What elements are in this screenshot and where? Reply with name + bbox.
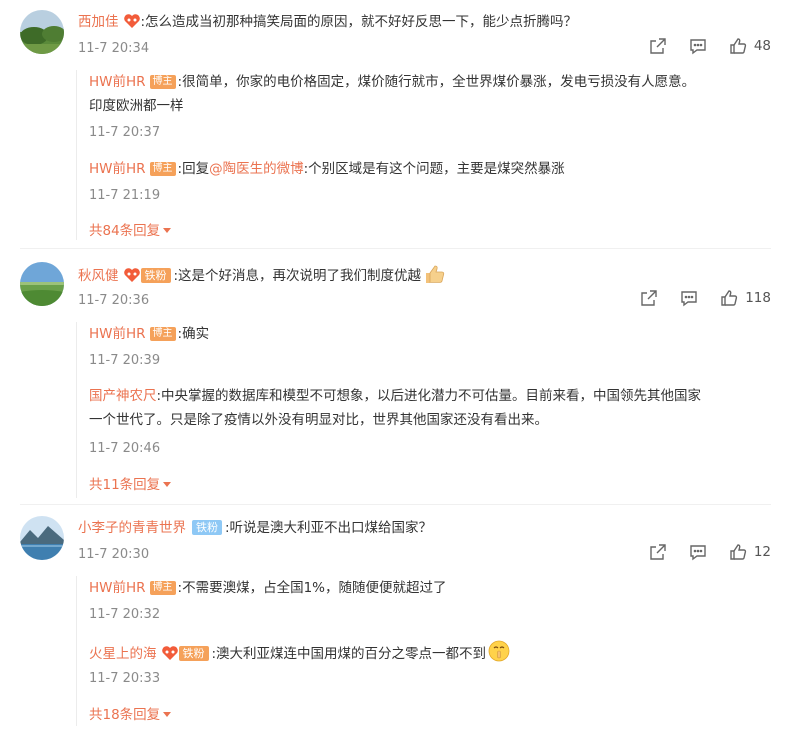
caret-down-icon	[163, 712, 172, 717]
more-replies-label: 共84条回复	[89, 223, 161, 239]
reply: 国产神农尺:中央掌握的数据库和模型不可想象，以后进化潜力不可估量。目前来看，中国…	[89, 384, 767, 456]
reply: HW前HR 博主:回复@陶医生的微博:个别区域是有这个问题，主要是煤突然暴涨 11…	[89, 157, 767, 203]
reply-prefix: :回复	[177, 161, 210, 177]
username[interactable]: HW前HR	[89, 161, 146, 177]
more-replies-label: 共11条回复	[89, 477, 161, 493]
reply-line: 火星上的海 铁粉:澳大利亚煤连中国用煤的百分之零点一都不到	[89, 640, 767, 670]
heart-badge-icon	[161, 645, 179, 661]
caret-down-icon	[163, 228, 172, 233]
avatar[interactable]	[20, 10, 64, 54]
username[interactable]: HW前HR	[89, 326, 146, 342]
thumbs-up-emoji	[423, 264, 445, 290]
reply-time: 11-7 20:46	[89, 441, 161, 456]
fan-badge: 铁粉	[140, 268, 171, 283]
more-replies-link[interactable]: 共84条回复	[89, 222, 172, 240]
reply-text: :很简单，你家的电价格固定，煤价随行就市，全世界煤价暴涨，发电亏损没有人愿意。	[177, 74, 696, 90]
reply: HW前HR 博主:很简单，你家的电价格固定，煤价随行就市，全世界煤价暴涨，发电亏损…	[89, 70, 767, 140]
username[interactable]: 小李子的青青世界	[78, 520, 186, 536]
comment-time: 11-7 20:36	[78, 293, 150, 308]
like-icon[interactable]	[728, 36, 748, 56]
reply-line: HW前HR 博主:确实	[89, 322, 767, 346]
comment-time: 11-7 20:30	[78, 547, 150, 562]
comment-actions: 12	[628, 542, 771, 562]
share-icon[interactable]	[639, 288, 659, 308]
share-icon[interactable]	[648, 542, 668, 562]
blogger-badge: 博主	[149, 75, 176, 89]
fan-badge: 铁粉	[192, 520, 222, 535]
like-count: 48	[753, 38, 771, 54]
comment-icon[interactable]	[679, 288, 699, 308]
comment-text: :听说是澳大利亚不出口煤给国家？	[225, 520, 433, 536]
like-count: 118	[745, 290, 771, 306]
comment-text: :怎么造成当初那种搞笑局面的原因，就不好好反思一下，能少点折腾吗？	[140, 14, 578, 30]
comment-icon[interactable]	[688, 542, 708, 562]
divider	[20, 504, 771, 505]
reply-time: 11-7 20:37	[89, 125, 161, 140]
reply: 火星上的海 铁粉:澳大利亚煤连中国用煤的百分之零点一都不到 11-7 20:33	[89, 640, 767, 686]
blogger-badge: 博主	[149, 162, 176, 176]
comment-actions: 118	[619, 288, 771, 308]
comment-line: 小李子的青青世界 铁粉:听说是澳大利亚不出口煤给国家？	[78, 518, 432, 538]
like-icon[interactable]	[728, 542, 748, 562]
comment: 秋风健 铁粉:这是个好消息，再次说明了我们制度优越 11-7 20:36 118 …	[0, 262, 785, 498]
reply-text: :澳大利亚煤连中国用煤的百分之零点一都不到	[211, 646, 487, 662]
more-replies-label: 共18条回复	[89, 707, 161, 723]
reply: HW前HR 博主:不需要澳煤，占全国1%，随随便便就超过了 11-7 20:32	[89, 576, 767, 622]
comment-icon[interactable]	[688, 36, 708, 56]
reply-list: HW前HR 博主:确实 11-7 20:39 国产神农尺:中央掌握的数据库和模型不…	[76, 322, 771, 498]
reply-text: :确实	[177, 326, 210, 342]
more-replies-link[interactable]: 共11条回复	[89, 476, 172, 494]
blogger-badge: 博主	[149, 327, 176, 341]
reply-line: HW前HR 博主:很简单，你家的电价格固定，煤价随行就市，全世界煤价暴涨，发电亏损…	[89, 70, 767, 94]
blogger-badge: 博主	[149, 581, 176, 595]
reply-text: :个别区域是有这个问题，主要是煤突然暴涨	[303, 161, 565, 177]
reply-list: HW前HR 博主:很简单，你家的电价格固定，煤价随行就市，全世界煤价暴涨，发电亏损…	[76, 70, 771, 240]
reply-text: :中央掌握的数据库和模型不可想象，以后进化潜力不可估量。目前来看，中国领先其他国…	[156, 388, 702, 404]
share-icon[interactable]	[648, 36, 668, 56]
reply-time: 11-7 20:39	[89, 353, 161, 368]
username[interactable]: 国产神农尺	[89, 388, 157, 404]
caret-down-icon	[163, 482, 172, 487]
reply-time: 11-7 21:19	[89, 188, 161, 203]
reply-time: 11-7 20:32	[89, 607, 161, 622]
comment: 小李子的青青世界 铁粉:听说是澳大利亚不出口煤给国家？ 11-7 20:30 12…	[0, 516, 785, 730]
fan-badge: 铁粉	[178, 646, 209, 661]
reply-text: :不需要澳煤，占全国1%，随随便便就超过了	[177, 580, 447, 596]
comment-line: 西加佳 :怎么造成当初那种搞笑局面的原因，就不好好反思一下，能少点折腾吗？	[78, 12, 577, 32]
reply-line: 国产神农尺:中央掌握的数据库和模型不可想象，以后进化潜力不可估量。目前来看，中国…	[89, 384, 767, 408]
comment-actions: 48	[628, 36, 771, 56]
comment-text: :这是个好消息，再次说明了我们制度优越	[173, 268, 422, 284]
reply-line: HW前HR 博主:不需要澳煤，占全国1%，随随便便就超过了	[89, 576, 767, 600]
like-icon[interactable]	[719, 288, 739, 308]
mention-link[interactable]: @陶医生的微博	[209, 161, 304, 177]
avatar[interactable]	[20, 516, 64, 560]
username[interactable]: 西加佳	[78, 14, 119, 30]
reply-text-continued: 印度欧洲都一样	[89, 98, 184, 114]
divider	[20, 248, 771, 249]
reply-text-continued: 一个世代了。只是除了疫情以外没有明显对比，世界其他国家还没有看出来。	[89, 412, 548, 428]
username[interactable]: 秋风健	[78, 268, 119, 284]
reply-list: HW前HR 博主:不需要澳煤，占全国1%，随随便便就超过了 11-7 20:32 …	[76, 576, 771, 726]
comment-time: 11-7 20:34	[78, 41, 150, 56]
reply: HW前HR 博主:确实 11-7 20:39	[89, 322, 767, 368]
more-replies-link[interactable]: 共18条回复	[89, 706, 172, 724]
like-count: 12	[753, 544, 771, 560]
reply-line: HW前HR 博主:回复@陶医生的微博:个别区域是有这个问题，主要是煤突然暴涨	[89, 157, 767, 181]
comment-line: 秋风健 铁粉:这是个好消息，再次说明了我们制度优越	[78, 264, 445, 290]
username[interactable]: HW前HR	[89, 74, 146, 90]
comment: 西加佳 :怎么造成当初那种搞笑局面的原因，就不好好反思一下，能少点折腾吗？ 11-…	[0, 10, 785, 240]
heart-badge-icon	[123, 13, 141, 29]
username[interactable]: HW前HR	[89, 580, 146, 596]
shush-emoji	[488, 640, 510, 670]
heart-badge-icon	[123, 267, 141, 283]
reply-time: 11-7 20:33	[89, 671, 161, 686]
username[interactable]: 火星上的海	[89, 646, 157, 662]
avatar[interactable]	[20, 262, 64, 306]
